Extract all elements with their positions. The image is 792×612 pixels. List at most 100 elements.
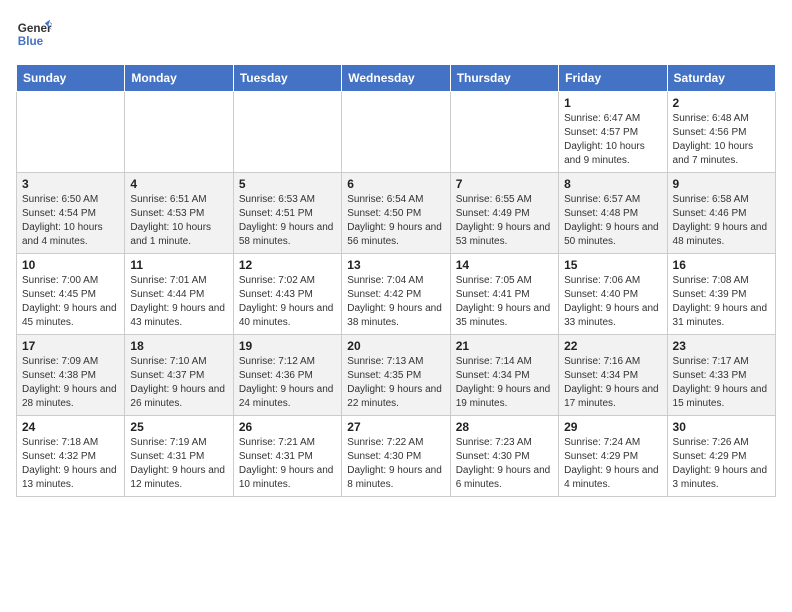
day-cell (125, 92, 233, 173)
weekday-header-tuesday: Tuesday (233, 65, 341, 92)
day-info: Sunrise: 7:22 AM Sunset: 4:30 PM Dayligh… (347, 436, 444, 492)
day-number: 24 (22, 420, 119, 434)
day-info: Sunrise: 7:17 AM Sunset: 4:33 PM Dayligh… (673, 355, 770, 411)
day-info: Sunrise: 7:24 AM Sunset: 4:29 PM Dayligh… (564, 436, 661, 492)
day-info: Sunrise: 7:09 AM Sunset: 4:38 PM Dayligh… (22, 355, 119, 411)
week-row-3: 10 Sunrise: 7:00 AM Sunset: 4:45 PM Dayli… (17, 254, 776, 335)
day-info: Sunrise: 7:04 AM Sunset: 4:42 PM Dayligh… (347, 274, 444, 330)
day-cell (342, 92, 450, 173)
day-number: 23 (673, 339, 770, 353)
day-info: Sunrise: 7:14 AM Sunset: 4:34 PM Dayligh… (456, 355, 553, 411)
day-number: 18 (130, 339, 227, 353)
day-info: Sunrise: 6:53 AM Sunset: 4:51 PM Dayligh… (239, 193, 336, 249)
day-cell: 5 Sunrise: 6:53 AM Sunset: 4:51 PM Daylig… (233, 173, 341, 254)
day-info: Sunrise: 7:00 AM Sunset: 4:45 PM Dayligh… (22, 274, 119, 330)
day-cell: 1Sunrise: 6:47 AM Sunset: 4:57 PM Daylig… (559, 92, 667, 173)
day-number: 17 (22, 339, 119, 353)
weekday-header-monday: Monday (125, 65, 233, 92)
logo-icon: General Blue (16, 16, 52, 52)
day-info: Sunrise: 6:51 AM Sunset: 4:53 PM Dayligh… (130, 193, 227, 249)
day-cell: 8 Sunrise: 6:57 AM Sunset: 4:48 PM Daylig… (559, 173, 667, 254)
day-info: Sunrise: 7:21 AM Sunset: 4:31 PM Dayligh… (239, 436, 336, 492)
day-info: Sunrise: 6:55 AM Sunset: 4:49 PM Dayligh… (456, 193, 553, 249)
day-info: Sunrise: 6:48 AM Sunset: 4:56 PM Dayligh… (673, 112, 770, 168)
day-cell: 20 Sunrise: 7:13 AM Sunset: 4:35 PM Dayli… (342, 335, 450, 416)
day-cell: 12 Sunrise: 7:02 AM Sunset: 4:43 PM Dayli… (233, 254, 341, 335)
day-number: 7 (456, 177, 553, 191)
day-info: Sunrise: 7:18 AM Sunset: 4:32 PM Dayligh… (22, 436, 119, 492)
day-info: Sunrise: 6:54 AM Sunset: 4:50 PM Dayligh… (347, 193, 444, 249)
day-number: 6 (347, 177, 444, 191)
day-cell: 6 Sunrise: 6:54 AM Sunset: 4:50 PM Daylig… (342, 173, 450, 254)
day-cell (233, 92, 341, 173)
day-number: 26 (239, 420, 336, 434)
day-info: Sunrise: 7:23 AM Sunset: 4:30 PM Dayligh… (456, 436, 553, 492)
day-cell: 18 Sunrise: 7:10 AM Sunset: 4:37 PM Dayli… (125, 335, 233, 416)
day-cell: 29 Sunrise: 7:24 AM Sunset: 4:29 PM Dayli… (559, 416, 667, 497)
day-cell: 11 Sunrise: 7:01 AM Sunset: 4:44 PM Dayli… (125, 254, 233, 335)
week-row-5: 24 Sunrise: 7:18 AM Sunset: 4:32 PM Dayli… (17, 416, 776, 497)
day-cell: 17 Sunrise: 7:09 AM Sunset: 4:38 PM Dayli… (17, 335, 125, 416)
week-row-1: 1Sunrise: 6:47 AM Sunset: 4:57 PM Daylig… (17, 92, 776, 173)
day-info: Sunrise: 7:13 AM Sunset: 4:35 PM Dayligh… (347, 355, 444, 411)
day-number: 19 (239, 339, 336, 353)
day-number: 12 (239, 258, 336, 272)
day-cell: 26 Sunrise: 7:21 AM Sunset: 4:31 PM Dayli… (233, 416, 341, 497)
day-info: Sunrise: 7:05 AM Sunset: 4:41 PM Dayligh… (456, 274, 553, 330)
day-info: Sunrise: 6:58 AM Sunset: 4:46 PM Dayligh… (673, 193, 770, 249)
week-row-4: 17 Sunrise: 7:09 AM Sunset: 4:38 PM Dayli… (17, 335, 776, 416)
week-row-2: 3 Sunrise: 6:50 AM Sunset: 4:54 PM Daylig… (17, 173, 776, 254)
day-number: 3 (22, 177, 119, 191)
day-cell: 16Sunrise: 7:08 AM Sunset: 4:39 PM Dayli… (667, 254, 775, 335)
header: General Blue (16, 16, 776, 52)
day-number: 29 (564, 420, 661, 434)
day-info: Sunrise: 7:26 AM Sunset: 4:29 PM Dayligh… (673, 436, 770, 492)
day-number: 30 (673, 420, 770, 434)
day-number: 5 (239, 177, 336, 191)
day-info: Sunrise: 7:19 AM Sunset: 4:31 PM Dayligh… (130, 436, 227, 492)
day-number: 15 (564, 258, 661, 272)
day-cell: 2 Sunrise: 6:48 AM Sunset: 4:56 PM Daylig… (667, 92, 775, 173)
day-number: 1 (564, 96, 661, 110)
day-cell: 19 Sunrise: 7:12 AM Sunset: 4:36 PM Dayli… (233, 335, 341, 416)
day-cell: 25 Sunrise: 7:19 AM Sunset: 4:31 PM Dayli… (125, 416, 233, 497)
day-number: 8 (564, 177, 661, 191)
day-cell: 30 Sunrise: 7:26 AM Sunset: 4:29 PM Dayli… (667, 416, 775, 497)
day-info: Sunrise: 7:08 AM Sunset: 4:39 PM Dayligh… (673, 274, 770, 330)
logo: General Blue (16, 16, 52, 52)
day-info: Sunrise: 7:02 AM Sunset: 4:43 PM Dayligh… (239, 274, 336, 330)
day-number: 27 (347, 420, 444, 434)
weekday-header-row: SundayMondayTuesdayWednesdayThursdayFrid… (17, 65, 776, 92)
day-cell: 4 Sunrise: 6:51 AM Sunset: 4:53 PM Daylig… (125, 173, 233, 254)
day-info: Sunrise: 7:12 AM Sunset: 4:36 PM Dayligh… (239, 355, 336, 411)
day-number: 22 (564, 339, 661, 353)
day-cell (450, 92, 558, 173)
day-info: Sunrise: 6:57 AM Sunset: 4:48 PM Dayligh… (564, 193, 661, 249)
day-info: Sunrise: 7:06 AM Sunset: 4:40 PM Dayligh… (564, 274, 661, 330)
weekday-header-wednesday: Wednesday (342, 65, 450, 92)
day-number: 21 (456, 339, 553, 353)
day-cell: 7 Sunrise: 6:55 AM Sunset: 4:49 PM Daylig… (450, 173, 558, 254)
day-number: 11 (130, 258, 227, 272)
day-cell: 10 Sunrise: 7:00 AM Sunset: 4:45 PM Dayli… (17, 254, 125, 335)
day-number: 10 (22, 258, 119, 272)
weekday-header-sunday: Sunday (17, 65, 125, 92)
weekday-header-thursday: Thursday (450, 65, 558, 92)
day-cell: 14Sunrise: 7:05 AM Sunset: 4:41 PM Dayli… (450, 254, 558, 335)
day-cell: 22Sunrise: 7:16 AM Sunset: 4:34 PM Dayli… (559, 335, 667, 416)
day-info: Sunrise: 6:50 AM Sunset: 4:54 PM Dayligh… (22, 193, 119, 249)
day-number: 2 (673, 96, 770, 110)
day-number: 13 (347, 258, 444, 272)
day-cell: 15 Sunrise: 7:06 AM Sunset: 4:40 PM Dayli… (559, 254, 667, 335)
day-cell: 24 Sunrise: 7:18 AM Sunset: 4:32 PM Dayli… (17, 416, 125, 497)
day-info: Sunrise: 7:01 AM Sunset: 4:44 PM Dayligh… (130, 274, 227, 330)
day-number: 25 (130, 420, 227, 434)
day-info: Sunrise: 7:10 AM Sunset: 4:37 PM Dayligh… (130, 355, 227, 411)
day-number: 20 (347, 339, 444, 353)
weekday-header-saturday: Saturday (667, 65, 775, 92)
day-cell: 27 Sunrise: 7:22 AM Sunset: 4:30 PM Dayli… (342, 416, 450, 497)
day-cell: 28Sunrise: 7:23 AM Sunset: 4:30 PM Dayli… (450, 416, 558, 497)
day-number: 4 (130, 177, 227, 191)
svg-text:Blue: Blue (18, 35, 44, 48)
weekday-header-friday: Friday (559, 65, 667, 92)
